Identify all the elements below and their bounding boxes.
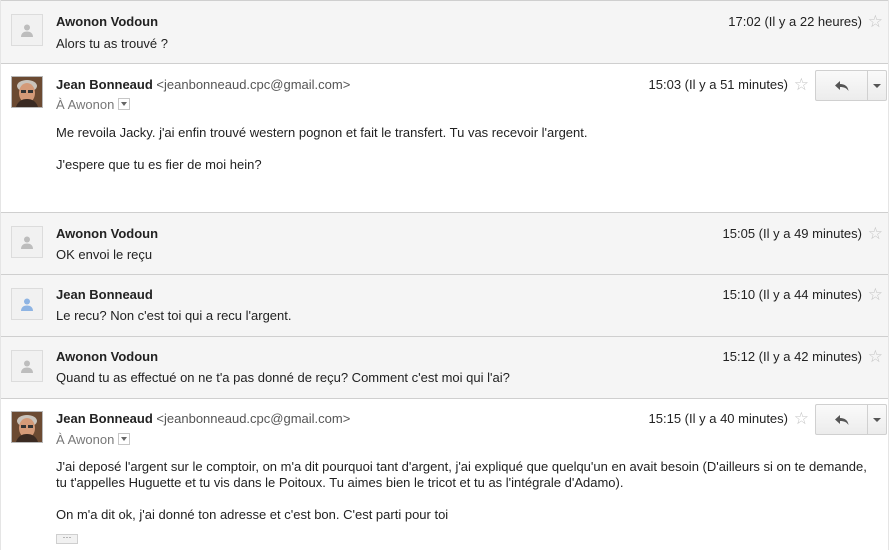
message-time: 15:15 (Il y a 40 minutes)	[648, 411, 788, 426]
message-snippet: OK envoi le reçu	[56, 247, 153, 262]
sender-line: Jean Bonneaud <jeanbonneaud.cpc@gmail.co…	[56, 77, 350, 92]
message-time: 15:12 (Il y a 42 minutes)	[722, 349, 862, 364]
chevron-down-icon[interactable]	[118, 98, 131, 110]
message-collapsed[interactable]: Awonon Vodoun Quand tu as effectué on ne…	[1, 336, 888, 398]
body-paragraph: Me revoila Jacky. j'ai enfin trouvé west…	[56, 125, 588, 140]
star-icon[interactable]: ☆	[868, 225, 883, 242]
more-options-icon[interactable]	[868, 71, 886, 100]
sender-email: <jeanbonneaud.cpc@gmail.com>	[156, 77, 351, 92]
sender-name: Awonon Vodoun	[56, 349, 159, 364]
more-options-icon[interactable]	[868, 405, 886, 434]
sender-email: <jeanbonneaud.cpc@gmail.com>	[156, 411, 351, 426]
message-time: 15:03 (Il y a 51 minutes)	[648, 77, 788, 92]
sender-name: Jean Bonneaud	[56, 287, 153, 302]
default-avatar-icon	[11, 226, 43, 258]
body-paragraph: On m'a dit ok, j'ai donné ton adresse et…	[56, 507, 449, 522]
sender-name: Jean Bonneaud	[56, 411, 153, 426]
message-expanded: Jean Bonneaud <jeanbonneaud.cpc@gmail.co…	[1, 398, 888, 550]
email-thread: Awonon Vodoun Alors tu as trouvé ? 17:02…	[0, 0, 889, 550]
sender-name: Jean Bonneaud	[56, 77, 153, 92]
sender-name: Awonon Vodoun	[56, 14, 159, 29]
reply-icon[interactable]	[816, 405, 868, 434]
message-snippet: Quand tu as effectué on ne t'a pas donné…	[56, 370, 510, 385]
message-collapsed[interactable]: Jean Bonneaud Le recu? Non c'est toi qui…	[1, 274, 888, 336]
recipient-line[interactable]: À Awonon	[56, 432, 131, 447]
star-icon[interactable]: ☆	[794, 410, 809, 427]
sender-name: Awonon Vodoun	[56, 226, 159, 241]
message-time: 17:02 (Il y a 22 heures)	[728, 14, 862, 29]
body-paragraph: J'espere que tu es fier de moi hein?	[56, 157, 262, 172]
message-snippet: Alors tu as trouvé ?	[56, 36, 168, 51]
reply-button-group	[815, 70, 887, 101]
default-avatar-icon	[11, 288, 43, 320]
recipient-label: À Awonon	[56, 432, 115, 447]
show-trimmed-content-button[interactable]: ···	[56, 533, 78, 544]
star-icon[interactable]: ☆	[868, 348, 883, 365]
message-expanded: Jean Bonneaud <jeanbonneaud.cpc@gmail.co…	[1, 63, 888, 212]
star-icon[interactable]: ☆	[868, 286, 883, 303]
star-icon[interactable]: ☆	[868, 13, 883, 30]
message-time: 15:10 (Il y a 44 minutes)	[722, 287, 862, 302]
sender-photo-avatar	[11, 76, 43, 108]
reply-icon[interactable]	[816, 71, 868, 100]
message-collapsed[interactable]: Awonon Vodoun OK envoi le reçu 15:05 (Il…	[1, 212, 888, 274]
recipient-line[interactable]: À Awonon	[56, 97, 131, 112]
message-snippet: Le recu? Non c'est toi qui a recu l'arge…	[56, 308, 292, 323]
chevron-down-icon[interactable]	[118, 433, 131, 445]
default-avatar-icon	[11, 350, 43, 382]
star-icon[interactable]: ☆	[794, 76, 809, 93]
default-avatar-icon	[11, 14, 43, 46]
reply-button-group	[815, 404, 887, 435]
message-time: 15:05 (Il y a 49 minutes)	[722, 226, 862, 241]
message-collapsed[interactable]: Awonon Vodoun Alors tu as trouvé ? 17:02…	[1, 0, 888, 63]
body-paragraph: J'ai deposé l'argent sur le comptoir, on…	[56, 459, 867, 490]
sender-line: Jean Bonneaud <jeanbonneaud.cpc@gmail.co…	[56, 411, 350, 426]
recipient-label: À Awonon	[56, 97, 115, 112]
sender-photo-avatar	[11, 411, 43, 443]
